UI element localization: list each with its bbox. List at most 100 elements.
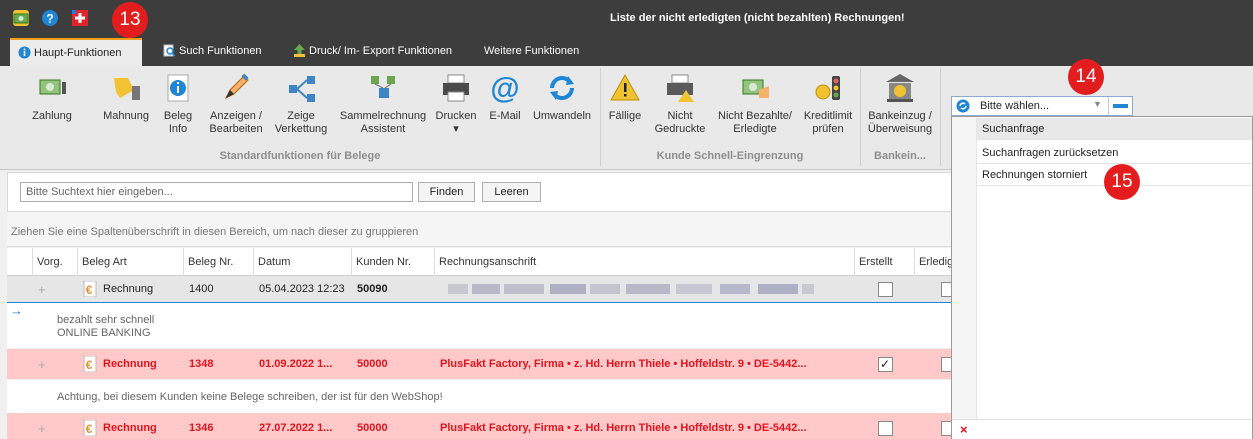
convert-arrows-icon	[550, 76, 574, 100]
anzeigen-label-1: Anzeigen /	[210, 110, 262, 122]
note-line: ONLINE BANKING	[57, 327, 151, 339]
erstellt-checkbox-checked[interactable]: ✓	[877, 356, 893, 372]
col-rechnungsanschrift[interactable]: Rechnungsanschrift	[435, 248, 855, 276]
search-bar: Bitte Suchtext hier eingeben... Finden L…	[7, 172, 952, 212]
tab-druck-export[interactable]: Druck/ Im- Export Funktionen	[285, 38, 465, 66]
info-doc-icon	[167, 74, 189, 102]
erstellt-checkbox[interactable]	[877, 281, 893, 297]
group-label-kunde: Kunde Schnell-Eingrenzung	[656, 150, 804, 162]
cell-erledigt[interactable]	[915, 349, 952, 379]
umwandeln-button[interactable]: Umwandeln	[530, 72, 594, 123]
anzeigen-label-2: Bearbeiten	[209, 123, 263, 135]
faellige-button[interactable]: Fällige	[606, 72, 644, 123]
svg-text:€: €	[86, 358, 93, 372]
clear-button[interactable]: Leeren	[482, 182, 541, 202]
cell-beleg-art: € Rechnung	[78, 276, 184, 302]
col-erledigt[interactable]: Erledig	[915, 248, 953, 276]
grid-header: Vorg. Beleg Art Beleg Nr. Datum Kunden N…	[7, 248, 953, 276]
table-row[interactable]: + € Rechnung 1348 01.09.2022 1... 50000 …	[7, 349, 952, 379]
bankeinzug-label-2: Überweisung	[867, 123, 933, 135]
beleg-art-text: Rechnung	[103, 422, 157, 434]
col-erstellt[interactable]: Erstellt	[855, 248, 915, 276]
chevron-down-icon[interactable]: ▼	[1093, 99, 1102, 109]
expand-icon[interactable]: +	[33, 413, 78, 439]
cell-erstellt[interactable]	[855, 276, 915, 302]
money-icon[interactable]	[13, 10, 29, 26]
expand-icon[interactable]: +	[33, 349, 78, 379]
dropdown-item-reset[interactable]: Suchanfragen zurücksetzen	[977, 142, 1252, 164]
sammelrechnung-button[interactable]: Sammelrechnung Assistent	[338, 72, 428, 136]
tab-haupt-funktionen[interactable]: Haupt-Funktionen	[10, 38, 142, 66]
nicht-gedruckte-label-2: Gedruckte	[654, 123, 706, 135]
search-query-dropdown[interactable]: Bitte wählen... ▼	[951, 96, 1133, 116]
col-beleg-nr[interactable]: Beleg Nr.	[184, 248, 254, 276]
share-chain-icon	[289, 76, 315, 102]
cell-anschrift: PlusFakt Factory, Firma • z. Hd. Herrn T…	[440, 358, 807, 370]
table-row[interactable]: + € Rechnung 1346 27.07.2022 1... 50000 …	[7, 413, 952, 439]
beleg-info-button[interactable]: Beleg Info	[158, 72, 198, 136]
at-sign-icon: @	[490, 72, 519, 104]
svg-text:€: €	[86, 283, 93, 297]
drucken-label: Drucken	[435, 110, 477, 122]
info-icon	[18, 46, 31, 59]
cell-erstellt[interactable]	[855, 413, 915, 439]
tab-such-funktionen[interactable]: Such Funktionen	[155, 38, 270, 66]
col-kunden-nr[interactable]: Kunden Nr.	[352, 248, 435, 276]
sammel-label-2: Assistent	[360, 123, 406, 135]
col-beleg-art[interactable]: Beleg Art	[78, 248, 184, 276]
beleg-info-label-2: Info	[168, 123, 188, 135]
close-icon[interactable]: ×	[960, 422, 968, 437]
zahlung-button[interactable]: Zahlung	[22, 72, 82, 123]
redacted-address	[448, 284, 814, 294]
zeige-label-1: Zeige	[287, 110, 315, 122]
mahnung-button[interactable]: Mahnung	[96, 72, 156, 123]
group-label-bank: Bankein...	[874, 150, 926, 162]
tab-label: Druck/ Im- Export Funktionen	[309, 45, 453, 57]
table-row[interactable]: + € Rechnung 1400 05.04.2023 12:23 50090	[7, 276, 952, 303]
nicht-bezahlte-label-1: Nicht Bezahlte/	[718, 110, 792, 122]
euro-doc-icon: €	[83, 355, 97, 373]
mahnung-label: Mahnung	[103, 110, 149, 122]
find-button[interactable]: Finden	[418, 182, 475, 202]
annotation-badge-14: 14	[1068, 59, 1104, 95]
upload-arrow-icon	[294, 44, 305, 57]
umwandeln-label: Umwandeln	[532, 110, 592, 122]
swiss-flag-icon[interactable]	[72, 10, 88, 26]
zeige-verkettung-button[interactable]: Zeige Verkettung	[270, 72, 332, 136]
erstellt-checkbox[interactable]	[877, 420, 893, 436]
nicht-gedruckte-label-1: Nicht	[667, 110, 693, 122]
printer-warning-icon	[667, 74, 694, 102]
cell-erledigt[interactable]	[915, 413, 952, 439]
cell-beleg-nr: 1400	[189, 283, 214, 295]
col-datum[interactable]: Datum	[254, 248, 352, 276]
kreditlimit-button[interactable]: Kreditlimit prüfen	[800, 72, 856, 136]
cell-beleg-art: € Rechnung	[78, 413, 184, 439]
search-input[interactable]: Bitte Suchtext hier eingeben...	[20, 182, 413, 202]
email-button[interactable]: @ E-Mail	[484, 72, 526, 123]
dropdown-value: Bitte wählen...	[980, 100, 1050, 112]
minus-button[interactable]	[1108, 97, 1132, 115]
kreditlimit-label-2: prüfen	[812, 123, 844, 135]
anzeigen-bearbeiten-button[interactable]: Anzeigen / Bearbeiten	[202, 72, 270, 136]
dropdown-item-suchanfrage[interactable]: Suchanfrage	[977, 118, 1252, 140]
cell-erledigt[interactable]	[915, 276, 952, 302]
search-doc-icon	[163, 44, 176, 57]
help-icon[interactable]: ?	[42, 10, 58, 26]
expand-icon[interactable]: +	[33, 276, 78, 302]
col-vorg[interactable]: Vorg.	[33, 248, 78, 276]
cell-kunden-nr: 50000	[357, 422, 388, 434]
cell-kunden-nr: 50090	[357, 283, 388, 295]
cell-datum: 05.04.2023 12:23	[259, 283, 345, 295]
nicht-bezahlte-button[interactable]: Nicht Bezahlte/ Erledigte	[716, 72, 794, 136]
sammel-label-1: Sammelrechnung	[339, 110, 427, 122]
cell-erstellt[interactable]: ✓	[855, 349, 915, 379]
group-by-panel[interactable]: Ziehen Sie eine Spaltenüberschrift in di…	[7, 213, 952, 247]
tab-weitere-funktionen[interactable]: Weitere Funktionen	[460, 38, 590, 66]
nicht-gedruckte-button[interactable]: Nicht Gedruckte	[652, 72, 708, 136]
beleg-art-text: Rechnung	[103, 283, 154, 295]
drucken-button[interactable]: Drucken ▾	[432, 72, 480, 136]
row-note: Achtung, bei diesem Kunden keine Belege …	[7, 380, 952, 413]
bankeinzug-button[interactable]: Bankeinzug / Überweisung	[864, 72, 936, 136]
zeige-label-2: Verkettung	[274, 123, 328, 135]
zahlung-label: Zahlung	[32, 110, 72, 122]
